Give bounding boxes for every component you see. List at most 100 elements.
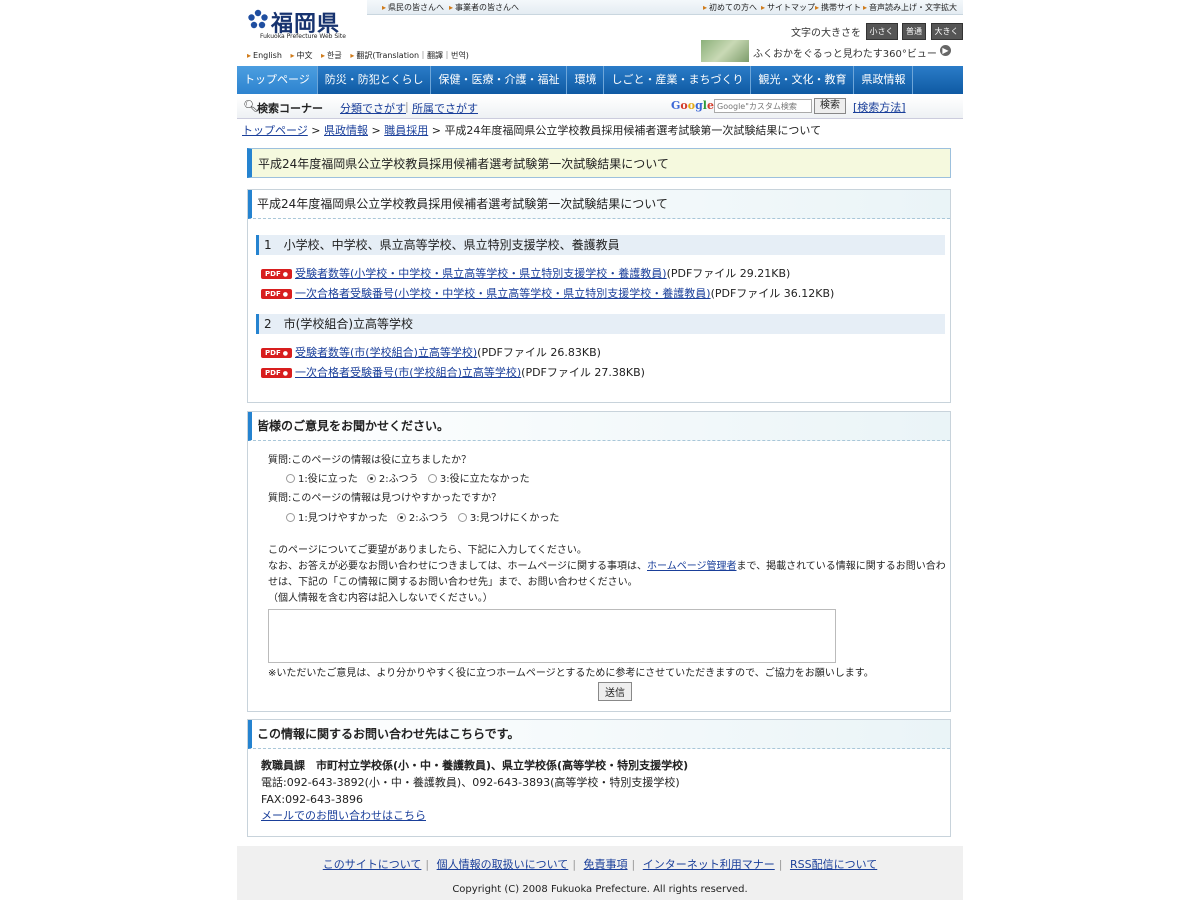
pdf-link[interactable]: 受験者数等(市(学校組合)立高等学校) <box>295 346 477 359</box>
search-corner: 🔍︎ 検索コーナー 分類でさがす | 所属でさがす Google 検索 [検索方… <box>237 96 963 119</box>
privacy-note: （個人情報を含む内容は記入しないでください。） <box>268 593 493 604</box>
file-info: (PDFファイル 26.83KB) <box>477 346 601 359</box>
footer-link-about[interactable]: このサイトについて <box>323 858 422 871</box>
section-heading-2: 2 市(学校組合)立高等学校 <box>256 314 945 334</box>
nav-culture[interactable]: 観光・文化・教育 <box>751 66 855 94</box>
radio-label: 1:見つけやすかった <box>298 513 388 524</box>
question-1: 質問:このページの情報は役に立ちましたか？ <box>268 455 472 466</box>
nav-work[interactable]: しごと・産業・まちづくり <box>604 66 752 94</box>
pdf-link[interactable]: 受験者数等(小学校・中学校・県立高等学校・県立特別支援学校・養護教員) <box>295 267 667 280</box>
content-box: 平成24年度福岡県公立学校教員採用候補者選考試験第一次試験結果について 1 小学… <box>247 189 951 403</box>
link-businesses[interactable]: 事業者の皆さんへ <box>449 2 519 13</box>
lang-chinese[interactable]: 中文 <box>290 51 312 60</box>
nav-health[interactable]: 保健・医療・介護・福祉 <box>431 66 568 94</box>
contact-department: 教職員課 市町村立学校係(小・中・養護教員)、県立学校係(高等学校・特別支援学校… <box>261 759 689 772</box>
divider: | <box>572 858 577 871</box>
file-row: PDF受験者数等(市(学校組合)立高等学校)(PDFファイル 26.83KB) <box>261 344 601 360</box>
divider: | <box>778 858 783 871</box>
submit-button[interactable]: 送信 <box>598 682 632 701</box>
divider: | <box>425 858 430 871</box>
nav-environment[interactable]: 環境 <box>567 66 605 94</box>
search-button[interactable]: 検索 <box>814 98 846 114</box>
breadcrumb-top[interactable]: トップページ <box>242 124 308 137</box>
link-voice-zoom[interactable]: 音声読み上げ・文字拡大 <box>863 2 957 13</box>
pdf-link[interactable]: 一次合格者受験番号(市(学校組合)立高等学校) <box>295 366 521 379</box>
prefecture-emblem-icon <box>248 9 268 29</box>
text-size-large-button[interactable]: 大きく <box>930 23 963 40</box>
logo-subtitle: Fukuoka Prefecture Web Site <box>260 33 346 40</box>
lang-korean[interactable]: 한글 <box>321 51 342 60</box>
link-sitemap[interactable]: サイトマップ <box>761 2 815 13</box>
pdf-icon: PDF <box>261 348 292 358</box>
pdf-icon: PDF <box>261 289 292 299</box>
search-help-link[interactable]: [検索方法] <box>853 99 906 115</box>
radio-q1-3[interactable] <box>427 474 437 483</box>
section-title: 2 市(学校組合)立高等学校 <box>264 317 413 331</box>
pdf-link[interactable]: 一次合格者受験番号(小学校・中学校・県立高等学校・県立特別支援学校・養護教員) <box>295 287 711 300</box>
footer-link-manners[interactable]: インターネット利用マナー <box>643 858 775 871</box>
divider: | <box>405 100 409 113</box>
footer-link-disclaimer[interactable]: 免責事項 <box>584 858 628 871</box>
question-2: 質問:このページの情報は見つけやすかったですか？ <box>268 493 502 504</box>
radio-q2-2[interactable] <box>396 513 406 522</box>
instruction-paragraph: なお、お答えが必要なお問い合わせにつきましては、ホームページに関する事項は、ホー… <box>268 559 948 591</box>
breadcrumb-recruitment[interactable]: 職員採用 <box>384 124 428 137</box>
instruction-text: なお、お答えが必要なお問い合わせにつきましては、ホームページに関する事項は、 <box>268 561 647 572</box>
file-info: (PDFファイル 36.12KB) <box>710 287 835 300</box>
search-by-department-link[interactable]: 所属でさがす <box>412 100 478 116</box>
radio-q1-1[interactable] <box>286 474 295 483</box>
radio-label: 3:見つけにくかった <box>469 513 560 524</box>
section-heading-1: 1 小学校、中学校、県立高等学校、県立特別支援学校、養護教員 <box>256 235 945 255</box>
google-logo: Google <box>671 99 714 112</box>
question-2-options: 1:見つけやすかった 2:ふつう 3:見つけにくかった <box>286 509 565 524</box>
contact-heading: この情報に関するお問い合わせ先はこちらです。 <box>257 727 520 741</box>
breadcrumb-government[interactable]: 県政情報 <box>324 124 368 137</box>
nav-top[interactable]: トップページ <box>237 66 318 94</box>
footer-links: このサイトについて | 個人情報の取扱いについて | 免責事項 | インターネット利用… <box>237 856 963 872</box>
file-row: PDF一次合格者受験番号(市(学校組合)立高等学校)(PDFファイル 27.38… <box>261 364 645 380</box>
contact-phone: 電話:092-643-3892(小・中・養護教員)、092-643-3893(高… <box>261 776 680 789</box>
feedback-textarea[interactable] <box>268 609 836 663</box>
global-nav: トップページ 防災・防犯とくらし 保健・医療・介護・福祉 環境 しごと・産業・ま… <box>237 66 963 94</box>
feedback-heading: 皆様のご意見をお聞かせください。 <box>257 419 450 433</box>
link-first-time[interactable]: 初めての方へ <box>703 2 757 13</box>
nav-safety[interactable]: 防災・防犯とくらし <box>318 66 432 94</box>
radio-q2-3[interactable] <box>457 513 467 522</box>
content-heading-bar: 平成24年度福岡県公立学校教員採用候補者選考試験第一次試験結果について <box>248 190 950 219</box>
footer-link-privacy[interactable]: 個人情報の取扱いについて <box>437 858 569 871</box>
feedback-instructions: このページについてご要望がありましたら、下記に入力してください。 なお、お答えが… <box>268 543 948 607</box>
footer-link-rss[interactable]: RSS配信について <box>790 858 877 871</box>
search-corner-label: 検索コーナー <box>257 102 323 115</box>
feedback-note: ※いただいたご意見は、より分かりやすく役に立つホームページとするために参考にさせ… <box>268 668 874 679</box>
file-info: (PDFファイル 27.38KB) <box>521 366 645 379</box>
link-residents[interactable]: 県民の皆さんへ <box>382 2 444 13</box>
contact-fax: FAX:092-643-3896 <box>261 793 364 806</box>
mail-contact-link[interactable]: メールでのお問い合わせはこちら <box>261 809 426 822</box>
radio-q2-1[interactable] <box>286 513 295 522</box>
nav-government[interactable]: 県政情報 <box>854 66 914 94</box>
radio-q1-2[interactable] <box>366 474 376 483</box>
link-mobile[interactable]: 携帯サイト <box>815 2 861 13</box>
site-footer: このサイトについて | 個人情報の取扱いについて | 免責事項 | インターネット利用… <box>237 846 963 900</box>
lang-english[interactable]: English <box>247 51 282 60</box>
page-title-box: 平成24年度福岡県公立学校教員採用候補者選考試験第一次試験結果について <box>247 148 951 178</box>
instruction-line: このページについてご要望がありましたら、下記に入力してください。 <box>268 545 587 556</box>
breadcrumb-current: 平成24年度福岡県公立学校教員採用候補者選考試験第一次試験結果について <box>444 124 822 137</box>
section-title: 1 小学校、中学校、県立高等学校、県立特別支援学校、養護教員 <box>264 238 620 252</box>
search-input[interactable] <box>714 99 812 113</box>
content-heading: 平成24年度福岡県公立学校教員採用候補者選考試験第一次試験結果について <box>257 197 668 211</box>
site-logo[interactable]: 福岡県 Fukuoka Prefecture Web Site <box>247 6 352 44</box>
search-by-category-link[interactable]: 分類でさがす <box>340 100 406 116</box>
lang-translation[interactable]: 翻訳(Translation｜翻譯｜번역) <box>350 51 469 60</box>
banner-thumbnail <box>701 40 749 62</box>
radio-label: 2:ふつう <box>378 474 419 485</box>
contact-box: この情報に関するお問い合わせ先はこちらです。 教職員課 市町村立学校係(小・中・… <box>247 719 951 837</box>
file-info: (PDFファイル 29.21KB) <box>666 267 791 280</box>
view360-banner[interactable]: ふくおかをぐるっと見わたす360°ビュー ▶ <box>701 40 963 62</box>
text-size-small-button[interactable]: 小さく <box>865 23 898 40</box>
radio-label: 2:ふつう <box>408 513 449 524</box>
webmaster-link[interactable]: ホームページ管理者 <box>647 561 737 572</box>
pdf-icon: PDF <box>261 269 292 279</box>
file-row: PDF一次合格者受験番号(小学校・中学校・県立高等学校・県立特別支援学校・養護教… <box>261 285 834 301</box>
text-size-normal-button[interactable]: 普通 <box>902 23 926 40</box>
